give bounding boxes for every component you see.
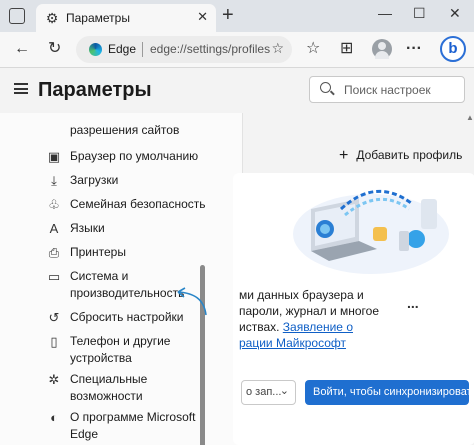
edge-icon: ◐ <box>50 410 58 425</box>
back-button[interactable]: ← <box>14 40 30 58</box>
sidebar-item-label: Языки <box>70 221 105 235</box>
profile-content: + Добавить профиль ми данных браузера и п… <box>233 113 474 445</box>
privacy-link[interactable]: Заявление о <box>283 320 353 334</box>
tab-strip: ⚙ Параметры ✕ + — ☐ ✕ <box>0 0 474 32</box>
address-divider <box>142 42 143 57</box>
browser-icon: ▣ <box>47 149 61 164</box>
collections-icon[interactable]: ⊞ <box>340 40 353 58</box>
edge-logo-icon <box>89 43 102 56</box>
sidebar-item-label-2: производительность <box>70 286 185 300</box>
family-icon: ♧ <box>48 197 60 212</box>
sidebar-item-label: Загрузки <box>70 173 119 187</box>
profile-desc-prefix: иствах. <box>239 320 283 334</box>
search-input[interactable]: Поиск настроек <box>309 76 465 103</box>
laptop-icon: ▭ <box>47 269 61 284</box>
sidebar-item-label: Принтеры <box>70 245 126 259</box>
search-icon <box>320 82 331 93</box>
sidebar-item-label: Система и <box>70 269 129 283</box>
maximize-button[interactable]: ☐ <box>413 5 426 22</box>
profile-desc-line-2: пароли, журнал и многое <box>239 304 380 318</box>
gear-icon: ⚙ <box>45 10 59 26</box>
new-tab-button[interactable]: + <box>222 5 234 25</box>
printer-icon: ⎙ <box>48 245 60 260</box>
sidebar-item-label: Телефон и другие <box>70 334 171 348</box>
sidebar-item-label-2: устройства <box>70 351 132 365</box>
toolbar: ← ↻ Edge edge://settings/profiles ☆ ☆ ⊞ … <box>0 32 474 68</box>
sidebar-item-label-2: Edge <box>70 427 99 441</box>
more-menu-icon[interactable]: ··· <box>406 40 422 58</box>
profile-desc-line-1: ми данных браузера и <box>239 288 364 302</box>
search-placeholder: Поиск настроек <box>344 83 431 97</box>
favorites-icon[interactable]: ☆ <box>306 40 320 58</box>
sidebar-item-label: Браузер по умолчанию <box>70 149 199 163</box>
minimize-button[interactable]: — <box>378 5 392 21</box>
content-scrollbar[interactable]: ▲ <box>466 113 474 445</box>
sidebar-item-label: О программе Microsoft <box>70 410 196 424</box>
accessibility-icon: ✲ <box>48 372 60 387</box>
settings-page: Параметры Поиск настроек разрешения сайт… <box>0 69 474 445</box>
dropdown-value: о зап... <box>246 386 282 398</box>
menu-icon[interactable] <box>14 83 28 94</box>
arrow-annotation-icon <box>177 287 207 316</box>
download-icon: ⤓ <box>51 173 57 188</box>
address-brand: Edge <box>108 42 137 56</box>
page-title: Параметры <box>38 79 152 101</box>
profile-more-button[interactable]: ... <box>407 295 419 311</box>
copilot-icon[interactable]: b <box>440 36 466 62</box>
chevron-down-icon: ⌄ <box>279 385 289 397</box>
add-profile-button[interactable]: + Добавить профиль <box>339 147 462 165</box>
language-icon: A <box>49 221 59 236</box>
tab-settings[interactable]: ⚙ Параметры ✕ <box>36 4 216 32</box>
address-url[interactable]: edge://settings/profiles <box>150 42 270 56</box>
sync-sign-in-button[interactable]: Войти, чтобы синхронизировать данные <box>305 380 469 405</box>
tab-actions-icon[interactable] <box>9 8 25 24</box>
profile-dropdown[interactable]: о зап... ⌄ <box>241 380 296 405</box>
settings-sidebar: разрешения сайтов ▣ Браузер по умолчанию… <box>0 113 243 445</box>
profile-avatar[interactable] <box>372 39 392 59</box>
sidebar-item-label-2: возможности <box>70 389 143 403</box>
profile-card: ми данных браузера и пароли, журнал и мн… <box>233 173 474 445</box>
sidebar-item-label: Сбросить настройки <box>70 310 184 324</box>
scroll-up-icon[interactable]: ▲ <box>466 113 474 122</box>
address-bar[interactable]: Edge edge://settings/profiles ☆ <box>76 36 292 63</box>
sync-illustration-icon <box>293 189 449 274</box>
tab-title: Параметры <box>66 11 130 25</box>
profile-desc-line-3: иствах. Заявление о <box>239 319 353 335</box>
plus-icon: + <box>339 147 349 164</box>
tab-close-icon[interactable]: ✕ <box>197 9 208 25</box>
refresh-button[interactable]: ↻ <box>48 40 61 58</box>
add-favorite-icon[interactable]: ☆ <box>271 40 284 57</box>
close-window-button[interactable]: ✕ <box>449 5 461 22</box>
add-profile-label: Добавить профиль <box>356 148 463 162</box>
sidebar-item-label: Семейная безопасность <box>70 197 206 211</box>
privacy-link-2[interactable]: рации Майкрософт <box>239 335 346 351</box>
sidebar-item-label: разрешения сайтов <box>70 123 180 137</box>
sidebar-item-label: Специальные <box>70 372 148 386</box>
reset-icon: ↺ <box>48 310 60 325</box>
phone-icon: ▯ <box>50 334 58 349</box>
